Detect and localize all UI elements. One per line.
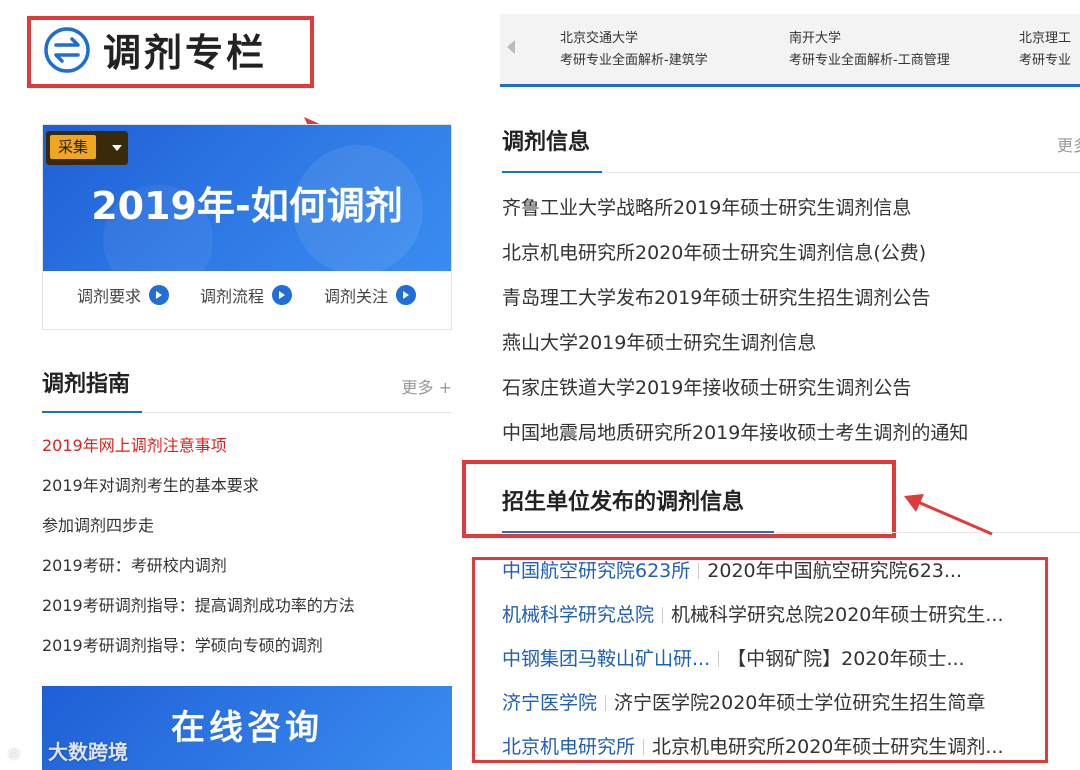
separator — [662, 607, 664, 623]
list-item[interactable]: 北京机电研究所 北京机电研究所2020年硕士研究生调剂... — [502, 732, 1062, 770]
list-item[interactable]: 石家庄铁道大学2019年接收硕士研究生调剂公告 — [502, 370, 1080, 415]
list-item[interactable]: 齐鲁工业大学战略所2019年硕士研究生调剂信息 — [502, 190, 1080, 235]
arrow-right-circle-icon — [396, 285, 417, 305]
carousel-item-school: 北京交通大学 — [560, 31, 639, 46]
separator — [605, 695, 607, 711]
publish-title-link[interactable]: 2020年中国航空研究院623... — [707, 560, 962, 582]
watermark-text: 大数跨境 — [48, 740, 128, 764]
carousel-item[interactable]: 北京交通大学 考研专业全面解析-建筑学 — [560, 28, 708, 72]
guide-more-link[interactable]: 更多 + — [402, 374, 453, 398]
carousel-item-subject: 考研专业 — [1019, 53, 1072, 68]
caret-down-icon — [112, 145, 122, 151]
separator — [718, 651, 720, 667]
exchange-icon — [44, 27, 90, 73]
separator — [698, 563, 700, 579]
carousel-item-subject: 考研专业全面解析-建筑学 — [560, 53, 708, 68]
list-item[interactable]: 济宁医学院 济宁医学院2020年硕士学位研究生招生简章 — [502, 688, 1062, 732]
info-more-link[interactable]: 更多 — [1057, 132, 1080, 156]
section-accent — [502, 171, 602, 173]
promo-link-label: 调剂关注 — [324, 287, 389, 306]
annotation-arrow-icon — [904, 494, 993, 536]
section-title: 调剂指南 — [42, 372, 131, 397]
info-section-header: 调剂信息 更多 — [502, 124, 1080, 173]
info-list: 齐鲁工业大学战略所2019年硕士研究生调剂信息 北京机电研究所2020年硕士研究… — [502, 190, 1080, 460]
publish-list: 中国航空研究院623所 2020年中国航空研究院623... 机械科学研究总院 机械… — [502, 556, 1062, 770]
promo-link-label: 调剂要求 — [77, 287, 142, 306]
publish-title-link[interactable]: 济宁医学院2020年硕士学位研究生招生简章 — [614, 692, 985, 714]
list-item[interactable]: 中钢集团马鞍山矿山研... 【中钢矿院】2020年硕士... — [502, 644, 1062, 688]
carousel-item[interactable]: 南开大学 考研专业全面解析-工商管理 — [789, 28, 950, 72]
publish-org-link[interactable]: 中钢集团马鞍山矿山研... — [502, 648, 710, 670]
promo-link-attention[interactable]: 调剂关注 — [324, 283, 417, 307]
publish-org-link[interactable]: 机械科学研究总院 — [502, 604, 654, 626]
section-title: 调剂信息 — [502, 130, 591, 155]
header-divider — [500, 84, 1080, 87]
carousel-item-subject: 考研专业全面解析-工商管理 — [789, 53, 950, 68]
header: 调剂专栏 北京交通大学 考研专业全面解析-建筑学 南开大学 考研专业全面解析-工… — [0, 0, 1080, 90]
list-item[interactable]: 2019考研调剂指导：提高调剂成功率的方法 — [42, 590, 452, 630]
publish-title-link[interactable]: 北京机电研究所2020年硕士研究生调剂... — [652, 736, 1003, 758]
list-item[interactable]: 参加调剂四步走 — [42, 510, 452, 550]
publish-org-link[interactable]: 北京机电研究所 — [502, 736, 635, 758]
watermark-logo-icon: ✇ — [8, 747, 20, 763]
promo-link-process[interactable]: 调剂流程 — [200, 283, 293, 307]
list-item[interactable]: 中国航空研究院623所 2020年中国航空研究院623... — [502, 556, 1062, 600]
promo-link-requirements[interactable]: 调剂要求 — [77, 283, 170, 307]
section-title: 招生单位发布的调剂信息 — [502, 490, 745, 515]
list-item[interactable]: 2019考研调剂指导：学硕向专硕的调剂 — [42, 630, 452, 670]
collect-badge[interactable]: 采集 — [46, 131, 128, 165]
promo-title: 2019年-如何调剂 — [91, 184, 403, 228]
publish-title-link[interactable]: 机械科学研究总院2020年硕士研究生... — [671, 604, 1003, 626]
list-item[interactable]: 中国地震局地质研究所2019年接收硕士考生调剂的通知 — [502, 415, 1080, 460]
publish-title-link[interactable]: 【中钢矿院】2020年硕士... — [727, 648, 964, 670]
promo-card[interactable]: 2019年-如何调剂 采集 调剂要求 调剂流程 调剂关注 — [42, 124, 452, 330]
guide-list: 2019年网上调剂注意事项 2019年对调剂考生的基本要求 参加调剂四步走 20… — [42, 430, 452, 670]
list-item[interactable]: 北京机电研究所2020年硕士研究生调剂信息(公费) — [502, 235, 1080, 280]
news-carousel: 北京交通大学 考研专业全面解析-建筑学 南开大学 考研专业全面解析-工商管理 北… — [500, 14, 1080, 84]
carousel-item-school: 北京理工 — [1019, 31, 1072, 46]
publish-org-link[interactable]: 中国航空研究院623所 — [502, 560, 690, 582]
separator — [643, 739, 645, 755]
promo-link-label: 调剂流程 — [200, 287, 265, 306]
carousel-prev-icon[interactable] — [507, 40, 515, 54]
list-item[interactable]: 2019年对调剂考生的基本要求 — [42, 470, 452, 510]
list-item[interactable]: 机械科学研究总院 机械科学研究总院2020年硕士研究生... — [502, 600, 1062, 644]
carousel-item[interactable]: 北京理工 考研专业 — [1019, 28, 1071, 72]
collect-label: 采集 — [50, 135, 97, 159]
watermark: ✇ 大数跨境 — [8, 736, 128, 765]
section-accent — [502, 531, 774, 533]
section-accent — [42, 411, 142, 413]
logo-text: 调剂专栏 — [103, 31, 268, 75]
list-item[interactable]: 燕山大学2019年硕士研究生调剂信息 — [502, 325, 1080, 370]
arrow-right-circle-icon — [149, 285, 170, 305]
publish-org-link[interactable]: 济宁医学院 — [502, 692, 597, 714]
promo-links: 调剂要求 调剂流程 调剂关注 — [43, 283, 451, 313]
list-item[interactable]: 青岛理工大学发布2019年硕士研究生招生调剂公告 — [502, 280, 1080, 325]
list-item[interactable]: 2019年网上调剂注意事项 — [42, 430, 452, 470]
carousel-item-school: 南开大学 — [789, 31, 842, 46]
arrow-right-circle-icon — [272, 285, 293, 305]
promo-banner[interactable]: 2019年-如何调剂 采集 — [43, 125, 451, 271]
guide-section-header: 调剂指南 更多 + — [42, 366, 453, 413]
list-item[interactable]: 2019考研：考研校内调剂 — [42, 550, 452, 590]
logo-highlight-box: 调剂专栏 — [27, 16, 314, 88]
